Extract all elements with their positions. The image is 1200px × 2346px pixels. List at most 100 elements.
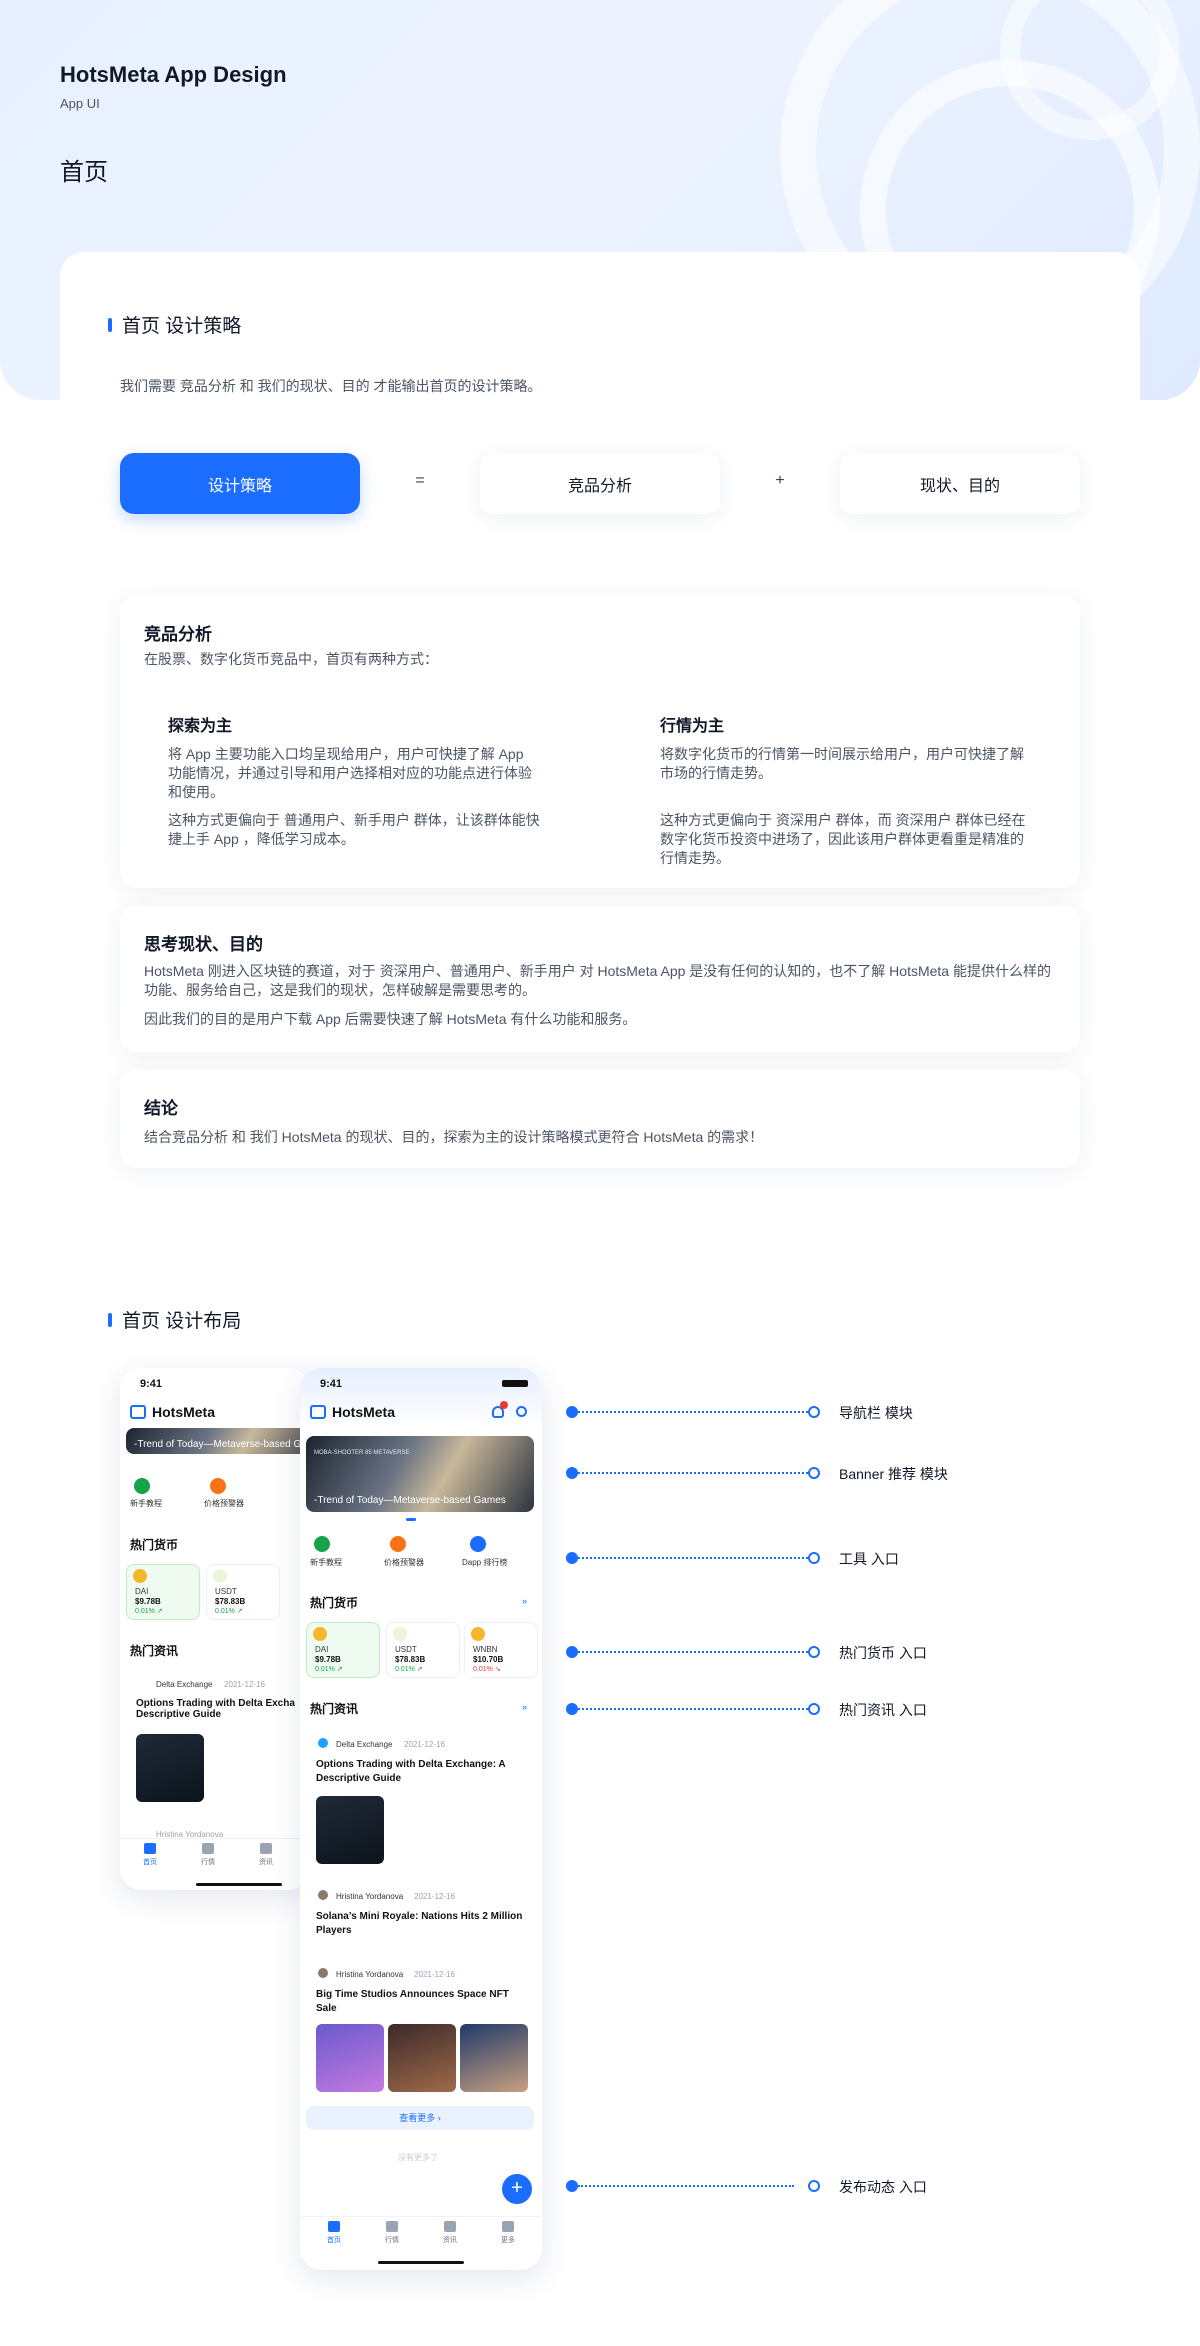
banner-small-text: MOBA-SHOOTER 85 METAVERSE	[314, 1450, 410, 1456]
tool-label: 新手教程	[310, 1558, 342, 1567]
tab-market[interactable]: 行情	[188, 1843, 228, 1867]
formula-plus: +	[775, 472, 785, 489]
callout-line	[578, 1411, 816, 1413]
home-icon	[144, 1843, 156, 1854]
card-title: 思考现状、目的	[144, 935, 263, 954]
thinking-p2: 因此我们的目的是用户下载 App 后需要快速了解 HotsMeta 有什么功能和…	[144, 1011, 637, 1027]
news-title[interactable]: Solana’s Mini Royale: Nations Hits 2 Mil…	[316, 1910, 526, 1938]
callout-dot	[566, 2180, 578, 2192]
tab-market[interactable]: 行情	[372, 2221, 412, 2245]
section-heading-layout: 首页 设计布局	[108, 1306, 241, 1333]
news-thumbnail[interactable]	[316, 1796, 384, 1864]
tab-news[interactable]: 资讯	[246, 1843, 286, 1867]
news-thumbnail[interactable]	[136, 1734, 204, 1802]
news-thumbnail[interactable]	[316, 2024, 384, 2092]
formula-term-status: 现状、目的	[840, 453, 1080, 514]
home-icon	[328, 2221, 340, 2232]
tool-label: 价格预警器	[204, 1499, 244, 1508]
coin-card[interactable]: WNBN $10.70B 0.01% ↘	[464, 1622, 538, 1678]
callout-line	[578, 1708, 816, 1710]
dapp-ranking-icon[interactable]	[470, 1536, 486, 1552]
tab-label: 资讯	[443, 2237, 457, 2244]
card-desc: 在股票、数字化货币竞品中，首页有两种方式：	[144, 651, 438, 667]
tab-more[interactable]: 更多	[488, 2221, 528, 2245]
callout-ring	[808, 1646, 820, 1658]
price-alert-icon[interactable]	[210, 1478, 226, 1494]
tool-label: Dapp 排行榜	[462, 1558, 508, 1567]
app-logo: HotsMeta	[130, 1404, 215, 1420]
chevron-right-icon[interactable]: »	[522, 1596, 527, 1606]
callout-ring	[808, 1467, 820, 1479]
notification-badge	[500, 1401, 508, 1409]
project-subtitle: App UI	[60, 96, 100, 111]
chart-icon	[202, 1843, 214, 1854]
tool-label: 价格预警器	[384, 1558, 424, 1567]
chevron-right-icon[interactable]: »	[522, 1702, 527, 1712]
callout-line	[578, 1651, 816, 1653]
section-heading-text: 首页 设计布局	[122, 1311, 242, 1332]
market-p1: 将数字化货币的行情第一时间展示给用户，用户可快捷了解市场的行情走势。	[660, 746, 1024, 781]
formula-result: 设计策略	[120, 453, 360, 514]
coin-icon	[133, 1569, 147, 1583]
coin-card[interactable]: USDT $78.83B 0.01% ↗	[206, 1564, 280, 1620]
coin-card[interactable]: DAI $9.78B 0.01% ↗	[126, 1564, 200, 1620]
conclusion-text: 结合竞品分析 和 我们 HotsMeta 的现状、目的，探索为主的设计策略模式更…	[144, 1129, 764, 1145]
tab-news[interactable]: 资讯	[430, 2221, 470, 2245]
hot-coins-title: 热门货币	[130, 1538, 179, 1552]
coin-card[interactable]: USDT $78.83B 0.01% ↗	[386, 1622, 460, 1678]
coin-change: 0.01% ↗	[215, 1608, 243, 1615]
coin-card[interactable]: DAI $9.78B 0.01% ↗	[306, 1622, 380, 1678]
author-avatar	[318, 1890, 328, 1900]
banner[interactable]: MOBA-SHOOTER 85 METAVERSE -Trend of Toda…	[306, 1436, 534, 1512]
publish-fab-button[interactable]: +	[502, 2174, 532, 2204]
card-title: 竞品分析	[144, 625, 212, 644]
callout-line	[578, 1557, 816, 1559]
news-title[interactable]: Options Trading with Delta Exchange: A D…	[316, 1758, 526, 1786]
tab-home[interactable]: 首页	[130, 1843, 170, 1867]
section-heading-text: 首页 设计策略	[122, 316, 242, 337]
coin-icon	[471, 1627, 485, 1641]
coin-name: DAI	[315, 1645, 329, 1654]
callout-label-tools: 工具 入口	[839, 1551, 899, 1567]
home-indicator	[378, 2261, 464, 2264]
search-icon[interactable]	[516, 1406, 527, 1417]
coin-icon	[313, 1627, 327, 1641]
price-alert-icon[interactable]	[390, 1536, 406, 1552]
callout-label-navbar: 导航栏 模块	[839, 1405, 913, 1421]
tutorial-icon[interactable]	[134, 1478, 150, 1494]
explore-p1: 将 App 主要功能入口均呈现给用户，用户可快捷了解 App 功能情况，并通过引…	[168, 746, 532, 800]
hot-news-title: 热门资讯	[310, 1702, 359, 1716]
news-date: 2021-12-16	[224, 1680, 265, 1689]
tutorial-icon[interactable]	[314, 1536, 330, 1552]
hot-news-title: 热门资讯	[130, 1644, 179, 1658]
banner[interactable]: -Trend of Today—Metaverse-based Games	[126, 1428, 310, 1454]
news-author: Hristina Yordanova	[336, 1892, 404, 1901]
news-icon	[444, 2221, 456, 2232]
market-p2: 这种方式更偏向于 资深用户 群体，而 资深用户 群体已经在数字化货币投资中进场了…	[660, 812, 1026, 866]
callout-ring	[808, 2180, 820, 2192]
callout-connector	[566, 1703, 826, 1715]
explore-p2: 这种方式更偏向于 普通用户、新手用户 群体，让该群体能快捷上手 App ，降低学…	[168, 812, 540, 847]
callout-connector	[566, 2180, 826, 2192]
news-title[interactable]: Big Time Studios Announces Space NFT Sal…	[316, 1988, 526, 2016]
project-title: HotsMeta App Design	[60, 62, 287, 87]
end-of-list-text: 没有更多了	[398, 2153, 438, 2162]
news-title[interactable]: Options Trading with Delta Excha Descrip…	[136, 1698, 306, 1720]
tab-label: 行情	[201, 1859, 215, 1866]
status-time: 9:41	[320, 1378, 343, 1390]
coin-value: $9.78B	[135, 1597, 161, 1606]
coin-name: USDT	[215, 1587, 237, 1596]
tab-home[interactable]: 首页	[314, 2221, 354, 2245]
author-avatar	[318, 1968, 328, 1978]
view-more-button[interactable]: 查看更多 ›	[306, 2106, 534, 2130]
strategy-intro: 我们需要 竞品分析 和 我们的现状、目的 才能输出首页的设计策略。	[120, 378, 542, 394]
news-thumbnail[interactable]	[460, 2024, 528, 2092]
news-author: Delta Exchange	[336, 1740, 393, 1749]
tool-label: 新手教程	[130, 1499, 162, 1508]
tab-label: 资讯	[259, 1859, 273, 1866]
tab-label: 首页	[327, 2237, 341, 2244]
callout-ring	[808, 1406, 820, 1418]
chart-icon	[386, 2221, 398, 2232]
tab-label: 首页	[143, 1859, 157, 1866]
news-thumbnail[interactable]	[388, 2024, 456, 2092]
